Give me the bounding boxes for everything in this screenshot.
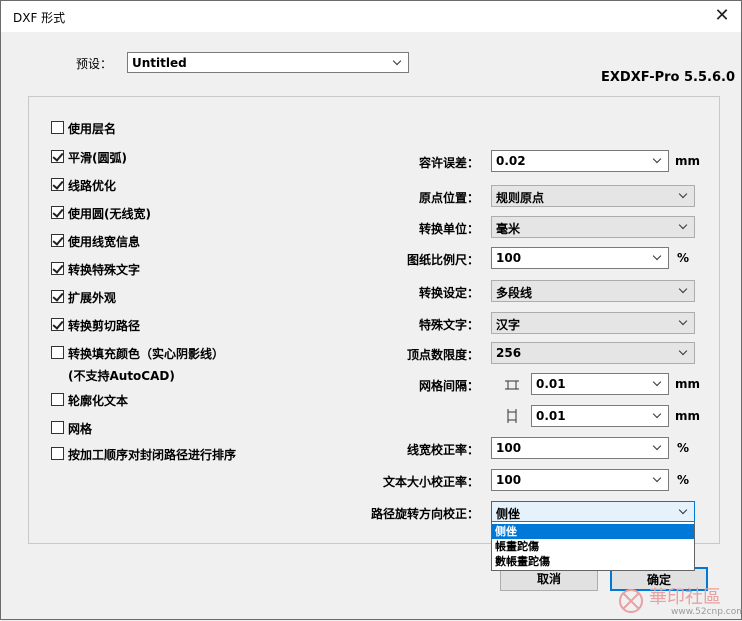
checkbox-path-optimize[interactable] (51, 178, 64, 191)
unit-convert-label: 转换单位： (418, 222, 479, 236)
convert-setting-label: 转换设定： (418, 286, 479, 300)
grid-x-icon (505, 380, 519, 390)
unit-convert-value: 毫米 (496, 222, 521, 236)
chevron-down-icon (652, 441, 664, 455)
scale-value: 100 (496, 251, 522, 265)
chevron-down-icon (678, 505, 690, 519)
special-text-label: 特殊文字： (418, 318, 479, 332)
dropdown-option[interactable]: 侧侳 (492, 524, 694, 539)
text-size-corr-label: 文本大小校正率： (382, 475, 479, 489)
checkbox-expand-appearance[interactable] (51, 290, 64, 303)
version-label: EXDXF-Pro 5.5.6.0 (601, 70, 735, 85)
checkbox-label: 线路优化 (68, 179, 117, 193)
chevron-down-icon (678, 189, 690, 203)
grid-spacing-unit: mm (675, 377, 701, 391)
line-width-corr-label: 线宽校正率： (406, 443, 479, 457)
window-title: DXF 形式 (13, 11, 66, 25)
checkbox-label: 转换填充颜色（实心阴影线） (68, 347, 225, 361)
tolerance-value: 0.02 (496, 154, 526, 168)
dropdown-option[interactable]: 帳畫跎傷 (492, 539, 694, 554)
checkbox-label: 使用线宽信息 (68, 235, 141, 249)
checkbox-convert-fill-color[interactable] (51, 346, 64, 359)
grid-spacing-y-value: 0.01 (536, 409, 566, 423)
vertex-limit-value: 256 (496, 346, 522, 360)
chevron-down-icon (392, 56, 404, 70)
watermark-url: www.52cnp.com (671, 607, 742, 617)
chevron-down-icon (678, 346, 690, 360)
chevron-down-icon (678, 284, 690, 298)
vertex-limit-select[interactable]: 256 (491, 342, 695, 364)
text-size-corr-input[interactable]: 100 (491, 469, 669, 491)
vertex-limit-label: 顶点数限度： (406, 348, 479, 362)
checkbox-label: 转换剪切路径 (68, 319, 141, 333)
dxf-dialog: DXF 形式 ✕ 预设： Untitled EXDXF-Pro 5.5.6.0 … (0, 0, 742, 620)
scale-label: 图纸比例尺： (406, 253, 479, 267)
unit-convert-select[interactable]: 毫米 (491, 216, 695, 238)
origin-select[interactable]: 规则原点 (491, 185, 695, 207)
checkbox-convert-special-text[interactable] (51, 262, 64, 275)
checkbox-sort-closed-paths[interactable] (51, 447, 64, 460)
line-width-corr-value: 100 (496, 441, 522, 455)
line-width-corr-unit: % (677, 441, 690, 455)
title-bar: DXF 形式 ✕ (1, 1, 741, 32)
checkbox-label: 平滑(圆弧) (68, 151, 127, 165)
text-size-corr-unit: % (677, 473, 690, 487)
line-width-corr-input[interactable]: 100 (491, 437, 669, 459)
checkbox-outline-text[interactable] (51, 393, 64, 406)
grid-spacing-x-input[interactable]: 0.01 (531, 373, 669, 395)
path-rotation-select[interactable]: 侧侳 (491, 501, 695, 523)
chevron-down-icon (678, 316, 690, 330)
convert-setting-value: 多段线 (496, 286, 533, 300)
checkbox-grid[interactable] (51, 421, 64, 434)
checkbox-label: 使用圆(无线宽) (68, 207, 151, 221)
special-text-select[interactable]: 汉字 (491, 312, 695, 334)
dropdown-option[interactable]: 數帳畫跎傷 (492, 554, 694, 569)
checkbox-note: (不支持AutoCAD) (68, 369, 175, 383)
watermark: 華印社區 www.52cnp.com (613, 581, 742, 621)
checkbox-use-circle[interactable] (51, 206, 64, 219)
checkbox-label: 转换特殊文字 (68, 263, 141, 277)
grid-spacing-x-value: 0.01 (536, 377, 566, 391)
checkbox-label: 扩展外观 (68, 291, 117, 305)
text-size-corr-value: 100 (496, 473, 522, 487)
grid-y-icon (507, 409, 517, 423)
chevron-down-icon (678, 220, 690, 234)
close-icon[interactable]: ✕ (711, 5, 733, 27)
path-rotation-dropdown-list: 侧侳 帳畫跎傷 數帳畫跎傷 (491, 521, 695, 571)
checkbox-label: 网格 (68, 422, 93, 436)
path-rotation-label: 路径旋转方向校正： (370, 507, 479, 521)
tolerance-label: 容许误差： (418, 156, 479, 170)
chevron-down-icon (652, 377, 664, 391)
chevron-down-icon (652, 473, 664, 487)
tolerance-input[interactable]: 0.02 (491, 150, 669, 172)
origin-value: 规则原点 (496, 191, 545, 205)
flower-logo-icon (619, 589, 643, 613)
preset-value: Untitled (132, 56, 187, 70)
checkbox-label: 轮廓化文本 (68, 394, 129, 408)
chevron-down-icon (652, 409, 664, 423)
grid-spacing-unit: mm (675, 409, 701, 423)
checkbox-smooth-arc[interactable] (51, 150, 64, 163)
chevron-down-icon (652, 251, 664, 265)
special-text-value: 汉字 (496, 318, 521, 332)
checkbox-convert-clip-path[interactable] (51, 318, 64, 331)
scale-input[interactable]: 100 (491, 247, 669, 269)
checkbox-label: 使用层名 (68, 122, 117, 136)
convert-setting-select[interactable]: 多段线 (491, 280, 695, 302)
grid-spacing-y-input[interactable]: 0.01 (531, 405, 669, 427)
chevron-down-icon (652, 154, 664, 168)
preset-label: 预设： (76, 57, 113, 71)
checkbox-use-layer-name[interactable] (51, 121, 64, 134)
checkbox-line-width-info[interactable] (51, 234, 64, 247)
preset-select[interactable]: Untitled (127, 52, 409, 73)
grid-spacing-label: 网格间隔： (418, 379, 479, 393)
checkbox-label: 按加工顺序对封闭路径进行排序 (68, 448, 237, 462)
tolerance-unit: mm (675, 154, 701, 168)
scale-unit: % (677, 251, 690, 265)
origin-label: 原点位置： (418, 191, 479, 205)
watermark-text: 華印社區 (649, 587, 721, 608)
path-rotation-value: 侧侳 (496, 507, 521, 521)
